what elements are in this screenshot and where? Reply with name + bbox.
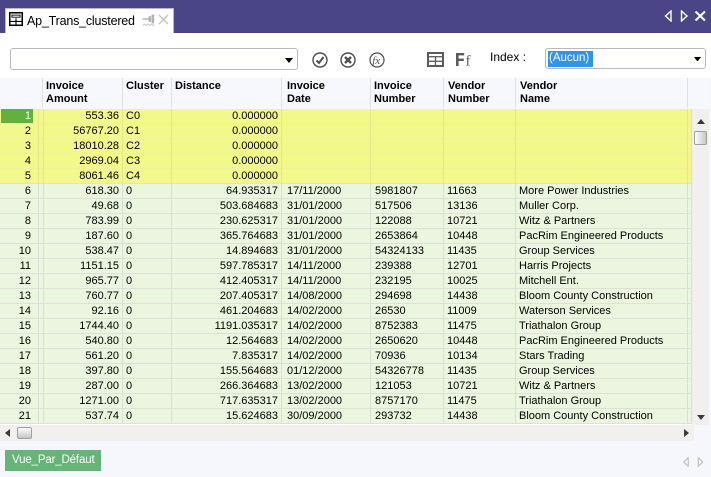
svg-text:f: f <box>466 54 471 68</box>
svg-text:fx: fx <box>372 55 380 67</box>
